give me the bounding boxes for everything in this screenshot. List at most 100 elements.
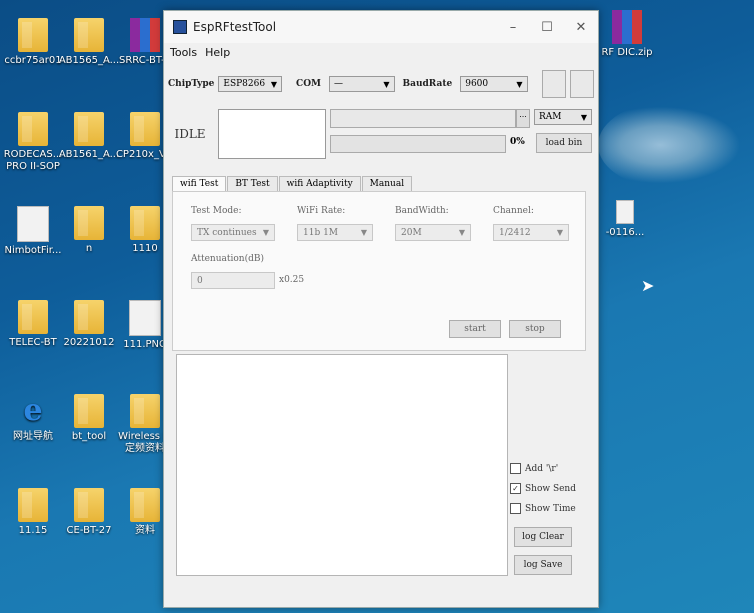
title-bar[interactable]: EspRFtestTool – ☐ ✕ bbox=[164, 11, 598, 43]
chevron-down-icon: ▼ bbox=[458, 228, 465, 237]
status-indicator-box bbox=[218, 109, 326, 159]
desktop-icon[interactable]: AB1561_A... bbox=[58, 112, 120, 161]
add-r-checkbox[interactable]: Add '\r' bbox=[510, 463, 558, 474]
folder-icon bbox=[130, 488, 160, 522]
open-port-button[interactable] bbox=[541, 70, 566, 98]
desktop-icon[interactable]: CE-BT-27 bbox=[58, 488, 120, 537]
desktop-icon[interactable]: 11.15 bbox=[2, 488, 64, 537]
baudrate-select[interactable]: 9600 ▼ bbox=[460, 76, 528, 92]
stop-button[interactable]: stop bbox=[509, 320, 561, 338]
log-save-button[interactable]: log Save bbox=[514, 555, 572, 575]
desktop-icon[interactable]: TELEC-BT bbox=[2, 300, 64, 349]
test-mode-select[interactable]: TX continues ▼ bbox=[191, 224, 275, 241]
desktop-icon-label: 1110 bbox=[132, 243, 158, 254]
baudrate-value: 9600 bbox=[465, 79, 489, 89]
desktop-icon[interactable]: bt_tool bbox=[58, 394, 120, 443]
channel-label: Channel: bbox=[493, 206, 534, 216]
desktop-icon-label: RODECAS... PRO II-SOP bbox=[3, 149, 63, 172]
menu-help[interactable]: Help bbox=[205, 46, 230, 59]
wifi-rate-label: WiFi Rate: bbox=[297, 206, 346, 216]
chevron-down-icon: ▼ bbox=[556, 228, 563, 237]
file-icon bbox=[129, 300, 161, 336]
baudrate-label: BaudRate bbox=[402, 79, 453, 89]
wallpaper-swirl bbox=[598, 100, 754, 190]
desktop-icon-label: 资料 bbox=[135, 525, 155, 536]
folder-icon bbox=[18, 112, 48, 146]
menu-tools[interactable]: Tools bbox=[170, 46, 197, 59]
memory-value: RAM bbox=[539, 112, 562, 122]
desktop-icon[interactable]: e 网址导航 bbox=[2, 394, 64, 443]
desktop-icon[interactable]: ccbr75ar01 bbox=[2, 18, 64, 67]
maximize-button[interactable]: ☐ bbox=[530, 20, 564, 35]
bin-path-field[interactable] bbox=[330, 109, 516, 128]
bandwidth-value: 20M bbox=[401, 227, 422, 238]
folder-icon bbox=[74, 394, 104, 428]
desktop-icon[interactable]: 20221012 bbox=[58, 300, 120, 349]
load-bin-button[interactable]: load bin bbox=[536, 133, 592, 153]
desktop-icon-label: NimbotFir... bbox=[4, 245, 62, 256]
chevron-down-icon: ▼ bbox=[516, 79, 523, 89]
desktop-icon-label: 11.15 bbox=[18, 525, 48, 536]
progress-bar bbox=[330, 135, 506, 153]
channel-value: 1/2412 bbox=[499, 227, 531, 238]
folder-icon bbox=[130, 112, 160, 146]
channel-select[interactable]: 1/2412 ▼ bbox=[493, 224, 569, 241]
desktop-icon-label: 20221012 bbox=[63, 337, 115, 348]
com-value: — bbox=[334, 79, 344, 89]
show-send-checkbox[interactable]: ✓ Show Send bbox=[510, 483, 576, 494]
desktop-icon[interactable]: RODECAS... PRO II-SOP bbox=[2, 112, 64, 173]
desktop-icon[interactable]: AB1565_A... bbox=[58, 18, 120, 67]
app-icon bbox=[173, 20, 187, 34]
attenuation-unit: x0.25 bbox=[279, 275, 305, 285]
folder-icon bbox=[18, 300, 48, 334]
desktop-icon[interactable]: n bbox=[58, 206, 120, 255]
bandwidth-label: BandWidth: bbox=[395, 206, 449, 216]
esp-rf-test-window: EspRFtestTool – ☐ ✕ Tools Help ChipType … bbox=[163, 10, 599, 608]
wifi-test-panel: Test Mode: TX continues ▼ WiFi Rate: 11b… bbox=[172, 191, 586, 351]
desktop-icon-label: n bbox=[85, 243, 93, 254]
com-select[interactable]: — ▼ bbox=[329, 76, 395, 92]
show-time-checkbox[interactable]: Show Time bbox=[510, 503, 576, 514]
browse-button[interactable]: ... bbox=[516, 109, 530, 128]
close-port-button[interactable] bbox=[569, 70, 594, 98]
bandwidth-select[interactable]: 20M ▼ bbox=[395, 224, 471, 241]
chevron-down-icon: ▼ bbox=[270, 79, 278, 89]
desktop-icon-label: 111.PNG bbox=[123, 339, 167, 350]
chevron-down-icon: ▼ bbox=[262, 228, 269, 237]
desktop-icon-label: ccbr75ar01 bbox=[4, 55, 62, 66]
desktop-icon-label: bt_tool bbox=[71, 431, 107, 442]
chevron-down-icon: ▼ bbox=[580, 112, 587, 122]
folder-icon bbox=[18, 18, 48, 52]
chevron-down-icon: ▼ bbox=[383, 79, 390, 89]
attenuation-input[interactable]: 0 bbox=[191, 272, 275, 289]
zip-icon bbox=[612, 10, 642, 44]
log-clear-button[interactable]: log Clear bbox=[514, 527, 572, 547]
wifi-rate-value: 11b 1M bbox=[303, 227, 339, 238]
desktop-icon[interactable]: NimbotFir... bbox=[2, 206, 64, 257]
minimize-button[interactable]: – bbox=[496, 20, 530, 35]
chiptype-select[interactable]: ESP8266 ▼ bbox=[218, 76, 283, 92]
chevron-down-icon: ▼ bbox=[360, 228, 367, 237]
desktop-icon-label: TELEC-BT bbox=[9, 337, 57, 348]
folder-icon bbox=[74, 18, 104, 52]
chiptype-value: ESP8266 bbox=[223, 79, 266, 89]
tab-wifi-adaptivity[interactable]: wifi Adaptivity bbox=[278, 176, 361, 191]
log-output[interactable] bbox=[176, 354, 508, 576]
memory-select[interactable]: RAM ▼ bbox=[534, 109, 592, 125]
folder-icon bbox=[74, 488, 104, 522]
desktop-icon-0116[interactable]: -0116... bbox=[594, 200, 656, 239]
wifi-rate-select[interactable]: 11b 1M ▼ bbox=[297, 224, 373, 241]
folder-icon bbox=[18, 488, 48, 522]
show-time-label: Show Time bbox=[525, 503, 576, 514]
progress-text: 0% bbox=[510, 137, 525, 147]
tab-manual[interactable]: Manual bbox=[361, 176, 413, 191]
folder-icon bbox=[74, 206, 104, 240]
tab-bt-test[interactable]: BT Test bbox=[227, 176, 278, 191]
close-button[interactable]: ✕ bbox=[564, 20, 598, 35]
start-button[interactable]: start bbox=[449, 320, 501, 338]
tab-wifi-test[interactable]: wifi Test bbox=[172, 176, 227, 191]
file-icon bbox=[616, 200, 634, 224]
desktop-icon-rf-zip[interactable]: RF DIC.zip bbox=[596, 10, 658, 59]
folder-icon bbox=[130, 394, 160, 428]
connection-row: ChipType ESP8266 ▼ COM — ▼ BaudRate 9600… bbox=[168, 69, 594, 99]
